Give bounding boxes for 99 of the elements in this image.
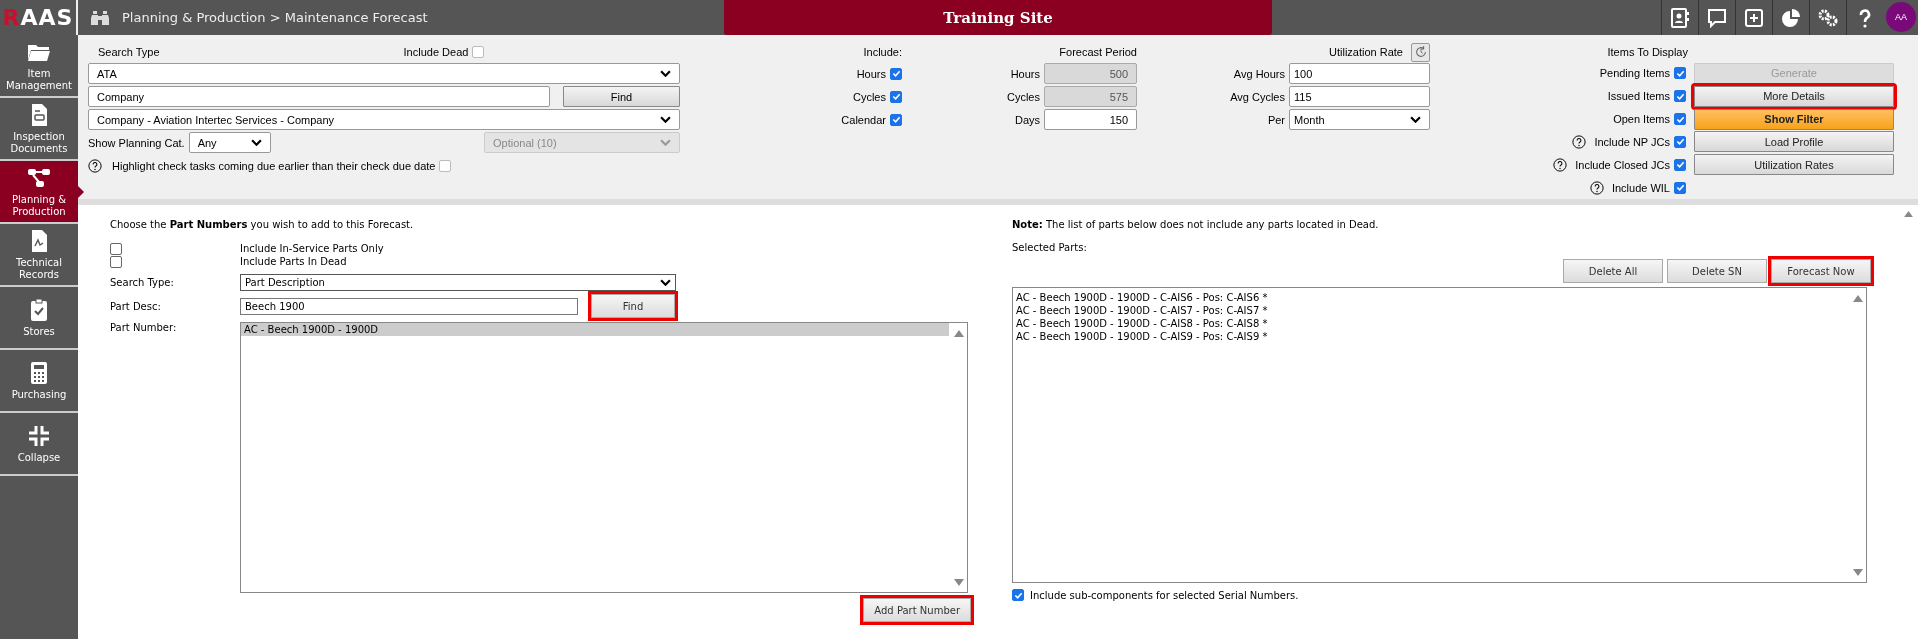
part-number-item[interactable]: AC - Beech 1900D - 1900D xyxy=(241,323,949,336)
action-button[interactable]: Utilization Rates xyxy=(1694,154,1894,176)
part-number-label: Part Number: xyxy=(110,322,178,333)
per-label: Per xyxy=(1267,113,1285,126)
display-option-label: Include WIL xyxy=(1611,181,1670,194)
caret-icon xyxy=(660,70,671,77)
action-button[interactable]: Forecast Now xyxy=(1771,259,1871,283)
field-label: Cycles xyxy=(1007,90,1040,103)
field-label: Hours xyxy=(1010,67,1040,80)
sidebar-item[interactable]: Stores xyxy=(0,287,78,350)
sidebar-item[interactable]: Purchasing xyxy=(0,350,78,413)
action-button[interactable]: Delete SN xyxy=(1667,259,1767,283)
checkbox[interactable] xyxy=(890,90,902,103)
action-button[interactable]: Load Profile xyxy=(1694,131,1894,153)
help-icon[interactable] xyxy=(88,158,102,173)
scroll-up-icon[interactable] xyxy=(1904,210,1913,217)
selected-parts-label: Selected Parts: xyxy=(1012,242,1088,253)
site-banner: Training Site xyxy=(724,0,1272,35)
action-button[interactable]: Delete All xyxy=(1563,259,1663,283)
checkbox[interactable] xyxy=(890,113,902,126)
search-type-label: Search Type: xyxy=(110,276,175,288)
company-field[interactable]: Company xyxy=(88,86,550,107)
selected-parts-list[interactable]: AC - Beech 1900D - 1900D - C-AIS6 - Pos: C-AIS6 * AC - Beech 1900D - 1900D - C-AIS7 - Pos: C-AIS7 * AC - Beech 1900D - 1900D - C-AIS8 - Pos: C-AIS8 * AC - Beech 1900D - 1900D - C-AIS9 - Pos: C-AIS9 * xyxy=(1012,287,1867,583)
caret-icon xyxy=(250,139,262,146)
checkbox[interactable] xyxy=(1674,90,1686,103)
caret-icon xyxy=(660,116,671,123)
search-type-label: Search Type xyxy=(98,46,160,58)
part-desc-field[interactable]: Beech 1900 xyxy=(240,297,578,315)
display-option-label: Include NP JCs xyxy=(1594,135,1670,148)
highlight-label: Highlight check tasks coming due earlier than their check due date xyxy=(112,159,436,172)
include-dead-label: Include Dead xyxy=(403,46,469,58)
planning-category-label: Show Planning Cat. xyxy=(88,136,185,149)
breadcrumb: Planning & Production > Maintenance Forecast xyxy=(122,10,428,25)
include-option-label: Calendar xyxy=(841,113,886,126)
scroll-up-icon[interactable] xyxy=(954,329,964,337)
action-button[interactable]: More Details xyxy=(1694,85,1894,107)
search-type-dropdown[interactable]: ATA xyxy=(88,63,680,84)
checkbox-label: Include In-Service Parts Only xyxy=(240,243,384,254)
help-icon[interactable] xyxy=(1553,157,1568,172)
checkbox[interactable] xyxy=(439,159,452,172)
scroll-up-icon[interactable] xyxy=(1853,294,1863,302)
company-dropdown[interactable]: Company - Aviation Intertec Services - Company xyxy=(88,109,680,130)
checkbox-label: Include Parts In Dead xyxy=(240,256,347,267)
selected-part-item[interactable]: AC - Beech 1900D - 1900D - C-AIS9 - Pos: C-AIS9 * xyxy=(1013,330,1848,343)
checkbox[interactable] xyxy=(1674,67,1686,80)
utilization-rate-title: Utilization Rate xyxy=(1329,46,1403,58)
user-avatar[interactable]: AA xyxy=(1886,2,1916,32)
checkbox-label: Include sub-components for selected Serial Numbers. xyxy=(1030,589,1299,601)
include-title: Include: xyxy=(863,46,902,58)
field-label: Days xyxy=(1014,113,1040,126)
find-button[interactable]: Find xyxy=(563,86,680,107)
display-option-label: Include Closed JCs xyxy=(1575,158,1670,171)
selected-part-item[interactable]: AC - Beech 1900D - 1900D - C-AIS6 - Pos: C-AIS6 * xyxy=(1013,291,1848,304)
intro-text: Choose the Part Numbers you wish to add to this Forecast. xyxy=(110,219,415,230)
selected-part-item[interactable]: AC - Beech 1900D - 1900D - C-AIS8 - Pos: C-AIS8 * xyxy=(1013,317,1848,330)
part-number-list[interactable]: AC - Beech 1900D - 1900D xyxy=(240,322,968,593)
checkbox[interactable] xyxy=(472,46,485,58)
display-option-label: Open Items xyxy=(1613,113,1670,125)
binoculars-icon xyxy=(90,9,110,26)
forecast-period-title: Forecast Period xyxy=(1059,46,1137,58)
scroll-down-icon[interactable] xyxy=(1853,569,1863,577)
number-field[interactable]: 100 xyxy=(1289,63,1430,84)
per-dropdown[interactable]: Month xyxy=(1289,109,1430,130)
include-option-label: Hours xyxy=(856,67,886,80)
add-part-number-button[interactable]: Add Part Number xyxy=(863,598,971,622)
find-button[interactable]: Find xyxy=(591,294,675,318)
part-desc-label: Part Desc: xyxy=(110,300,162,312)
note-text: Note: The list of parts below does not include any parts located in Dead. xyxy=(1012,219,1380,230)
checkbox[interactable] xyxy=(1674,135,1686,148)
sidebar-item[interactable]: Collapse xyxy=(0,413,78,476)
search-type-dropdown[interactable]: Part Description xyxy=(240,273,676,291)
action-button[interactable]: Show Filter xyxy=(1694,108,1894,130)
help-icon[interactable] xyxy=(1589,180,1604,195)
scroll-down-icon[interactable] xyxy=(954,579,964,587)
include-option-label: Cycles xyxy=(853,90,886,103)
checkbox[interactable] xyxy=(1674,181,1686,194)
checkbox[interactable] xyxy=(1674,113,1686,125)
caret-icon xyxy=(660,139,671,146)
refresh-icon[interactable] xyxy=(1411,42,1430,62)
checkbox[interactable] xyxy=(110,255,122,268)
nav-icon xyxy=(27,166,51,190)
field-label: Avg Hours xyxy=(1233,67,1285,80)
checkbox[interactable] xyxy=(1674,158,1686,171)
planning-category-dropdown[interactable]: Any xyxy=(188,132,271,153)
display-option-label: Issued Items xyxy=(1607,90,1670,103)
nav-icon xyxy=(27,423,51,448)
checkbox[interactable] xyxy=(1012,589,1024,601)
items-to-display-title: Items To Display xyxy=(1607,45,1688,58)
field-label: Avg Cycles xyxy=(1230,90,1285,103)
number-field[interactable]: 150 xyxy=(1044,109,1137,130)
display-option-label: Pending Items xyxy=(1599,67,1670,80)
help-icon[interactable] xyxy=(1572,134,1587,149)
checkbox[interactable] xyxy=(110,242,122,255)
caret-icon xyxy=(660,278,671,286)
caret-icon xyxy=(1410,116,1421,123)
number-field[interactable]: 115 xyxy=(1289,86,1430,107)
selected-part-item[interactable]: AC - Beech 1900D - 1900D - C-AIS7 - Pos: C-AIS7 * xyxy=(1013,304,1848,317)
checkbox[interactable] xyxy=(890,67,902,80)
sidebar-item[interactable]: Technical Records xyxy=(0,224,78,287)
